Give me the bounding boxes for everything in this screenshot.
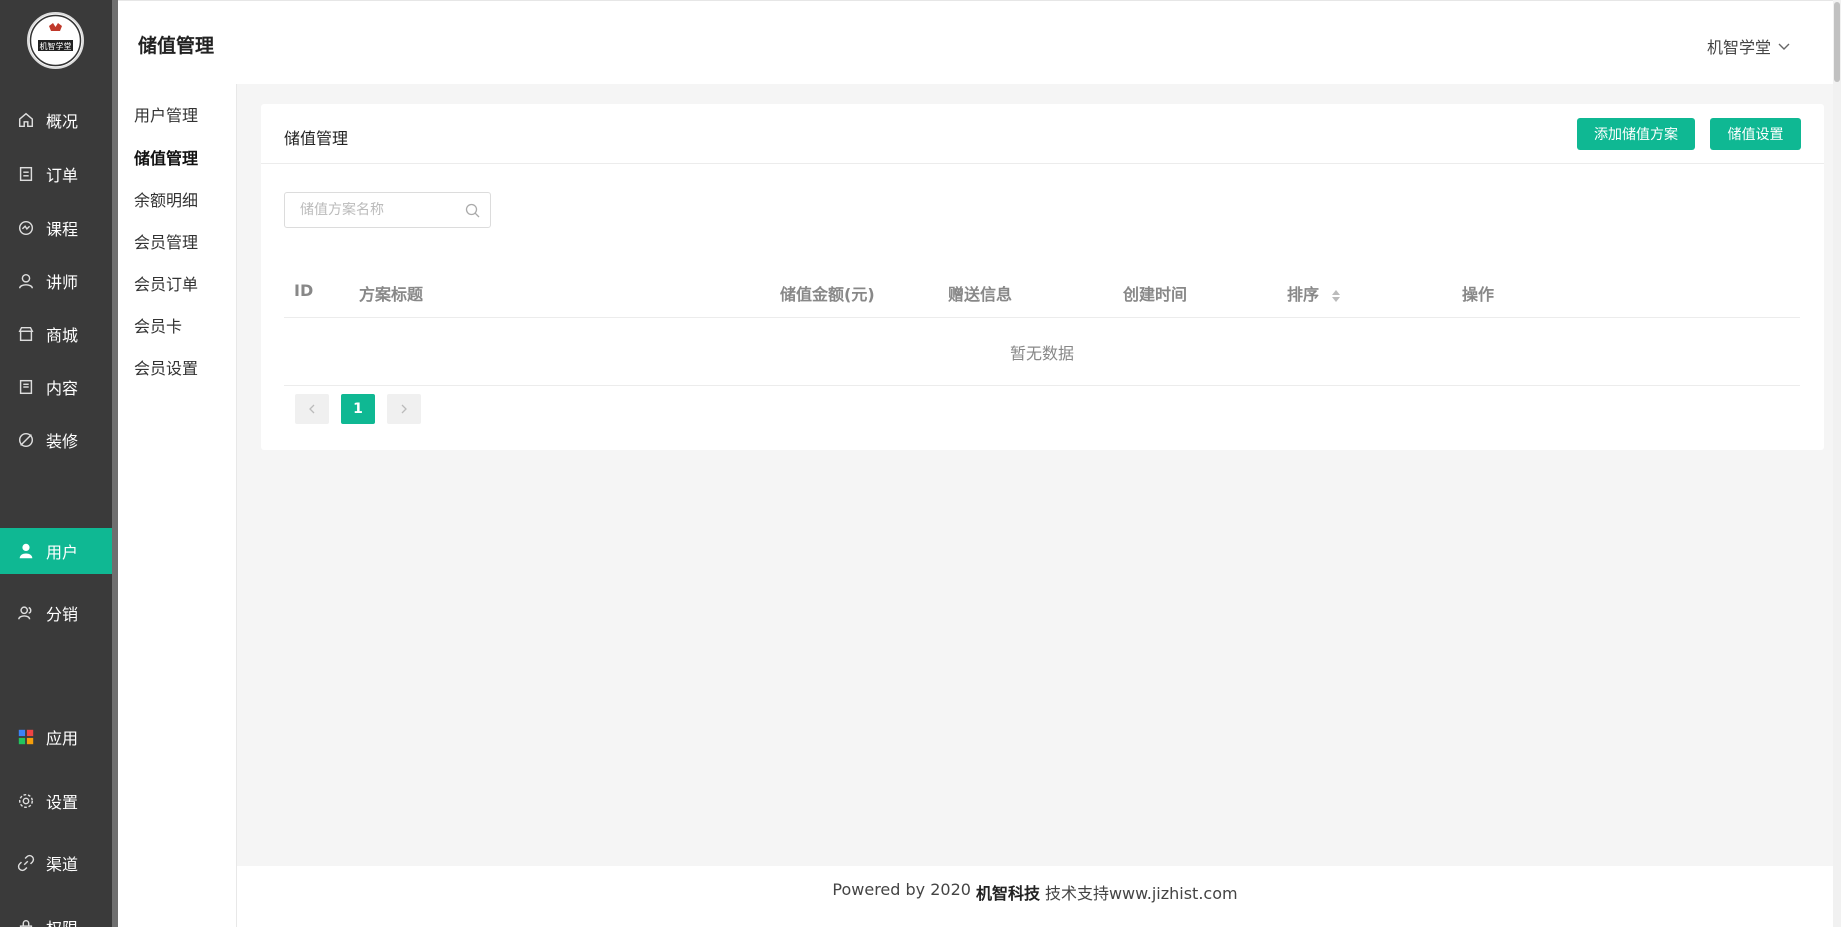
nav-item-users[interactable]: 用户 <box>0 528 112 574</box>
chevron-down-icon <box>1778 43 1790 50</box>
link-icon <box>16 853 36 873</box>
empty-state: 暂无数据 <box>284 318 1800 386</box>
subnav-item-stored-value[interactable]: 储值管理 <box>134 145 198 169</box>
table-header: ID 方案标题 储值金额(元) 赠送信息 创建时间 排序 操作 <box>284 262 1800 318</box>
nav-label: 商城 <box>46 326 79 345</box>
nav-item-overview[interactable]: 概况 <box>0 97 112 143</box>
nav-item-channels[interactable]: 渠道 <box>0 840 112 886</box>
nav-item-teachers[interactable]: 讲师 <box>0 258 112 304</box>
main-nav: 机智学堂 概况 订单 课程 讲师 商城 内容 装修 用户 分销 应用 设置 渠道 <box>0 0 112 927</box>
content-panel: 储值管理 添加储值方案 储值设置 ID 方案标题 储值金额(元) 赠送信息 创建… <box>261 104 1824 450</box>
column-plan-title: 方案标题 <box>359 285 424 304</box>
search-box[interactable] <box>284 192 491 228</box>
nav-item-apps[interactable]: 应用 <box>0 714 112 760</box>
nav-label: 课程 <box>46 220 79 239</box>
stored-value-settings-button[interactable]: 储值设置 <box>1710 118 1801 150</box>
nav-label: 内容 <box>46 379 79 398</box>
logo-image: 机智学堂 <box>29 14 82 67</box>
subnav-item-balance-detail[interactable]: 余额明细 <box>134 187 198 211</box>
page-number[interactable]: 1 <box>341 394 375 424</box>
column-id: ID <box>294 281 314 300</box>
nav-label: 装修 <box>46 432 79 451</box>
user-icon <box>16 541 36 561</box>
top-header: 储值管理 机智学堂 <box>118 0 1841 84</box>
page-scrollbar[interactable] <box>1833 0 1841 927</box>
nav-label: 分销 <box>46 605 79 624</box>
search-icon[interactable] <box>465 203 480 218</box>
subnav-item-member-settings[interactable]: 会员设置 <box>134 355 198 379</box>
nav-item-permissions[interactable]: 权限 <box>0 904 112 927</box>
pagination: 1 <box>295 394 421 424</box>
nav-item-courses[interactable]: 课程 <box>0 205 112 251</box>
subnav-item-member-orders[interactable]: 会员订单 <box>134 271 198 295</box>
next-page-button[interactable] <box>387 394 421 424</box>
logo[interactable]: 机智学堂 <box>27 12 84 69</box>
nav-item-orders[interactable]: 订单 <box>0 151 112 197</box>
footer-suffix: 技术支持www.jizhist.com <box>1044 884 1238 903</box>
gear-icon <box>16 791 36 811</box>
chevron-left-icon <box>309 404 315 414</box>
logo-text: 机智学堂 <box>40 41 72 51</box>
scrollbar-thumb[interactable] <box>1834 2 1840 82</box>
course-icon <box>16 218 36 238</box>
column-bonus-info: 赠送信息 <box>948 285 1013 304</box>
panel-header: 储值管理 添加储值方案 储值设置 <box>261 104 1824 164</box>
column-sort-label: 排序 <box>1287 285 1320 304</box>
nav-label: 渠道 <box>46 855 79 874</box>
nav-label: 应用 <box>46 729 79 748</box>
subnav-item-member-card[interactable]: 会员卡 <box>134 313 182 337</box>
add-plan-button[interactable]: 添加储值方案 <box>1577 118 1695 150</box>
home-icon <box>16 110 36 130</box>
teacher-icon <box>16 271 36 291</box>
search-input[interactable] <box>300 202 450 218</box>
apps-icon <box>16 727 36 747</box>
nav-label: 讲师 <box>46 273 79 292</box>
nav-label: 用户 <box>46 543 79 562</box>
user-menu[interactable]: 机智学堂 <box>1707 34 1791 58</box>
page-title: 储值管理 <box>138 35 215 57</box>
column-amount: 储值金额(元) <box>780 285 875 304</box>
nav-item-settings[interactable]: 设置 <box>0 778 112 824</box>
footer: Powered by 2020 机智科技 技术支持www.jizhist.com <box>237 866 1833 927</box>
sub-nav: 用户管理 储值管理 余额明细 会员管理 会员订单 会员卡 会员设置 <box>118 84 237 927</box>
decorate-icon <box>16 430 36 450</box>
chevron-right-icon <box>401 404 407 414</box>
distribution-icon <box>16 603 36 623</box>
subnav-item-member-management[interactable]: 会员管理 <box>134 229 198 253</box>
prev-page-button[interactable] <box>295 394 329 424</box>
column-created-time: 创建时间 <box>1123 285 1188 304</box>
store-icon <box>16 324 36 344</box>
nav-label: 设置 <box>46 793 79 812</box>
footer-company: 机智科技 <box>975 884 1040 903</box>
nav-label: 概况 <box>46 112 79 131</box>
nav-item-content[interactable]: 内容 <box>0 364 112 410</box>
footer-prefix: Powered by 2020 <box>832 880 971 899</box>
content-icon <box>16 377 36 397</box>
user-name: 机智学堂 <box>1706 38 1771 57</box>
subnav-item-user-management[interactable]: 用户管理 <box>134 102 198 126</box>
order-icon <box>16 164 36 184</box>
nav-label: 权限 <box>46 915 78 927</box>
panel-title: 储值管理 <box>284 129 349 148</box>
sort-caret-icon[interactable] <box>1331 289 1341 303</box>
nav-item-distribution[interactable]: 分销 <box>0 590 112 636</box>
nav-item-decorate[interactable]: 装修 <box>0 417 112 463</box>
lock-icon <box>16 917 36 927</box>
column-sort[interactable]: 排序 <box>1287 281 1341 305</box>
nav-label: 订单 <box>46 166 79 185</box>
column-actions: 操作 <box>1462 285 1495 304</box>
nav-item-store[interactable]: 商城 <box>0 311 112 357</box>
